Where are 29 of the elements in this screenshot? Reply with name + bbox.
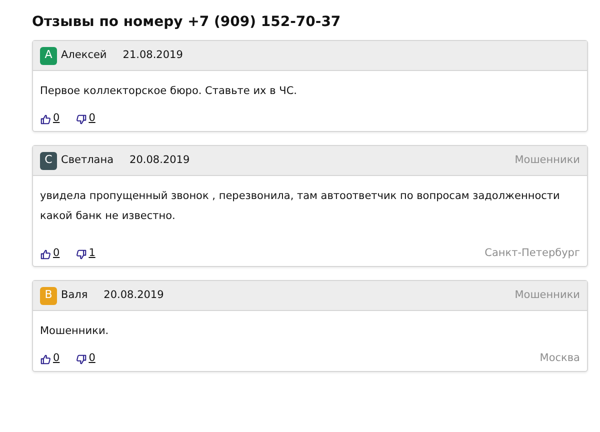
thumbs-up-icon [40,354,51,365]
like-button[interactable]: 0 [40,246,60,262]
dislike-button[interactable]: 1 [76,246,96,262]
review-city: Санкт-Петербург [484,246,580,262]
avatar: С [40,152,57,170]
thumbs-up-icon [40,114,51,125]
thumbs-down-icon [76,114,87,125]
like-button[interactable]: 0 [40,111,60,127]
avatar: А [40,46,57,64]
thumbs-down-icon [76,354,87,365]
review-city: Москва [540,351,580,366]
review-date: 21.08.2019 [122,48,183,63]
like-button[interactable]: 0 [40,351,60,367]
review-category: Мошенники [514,152,580,168]
thumbs-up-icon [40,248,51,260]
author-name: Валя [61,288,88,303]
dislike-button[interactable]: 0 [76,351,96,367]
review-text: Мошенники. [39,324,110,339]
page-heading: Отзывы по номеру +7 (909) 152-70-37 [32,13,342,32]
author-name: Алексей [61,48,107,63]
avatar: В [40,286,57,304]
review-text: Первое коллекторское бюро. Ставьте их в ЧС. [39,84,298,99]
review-date: 20.08.2019 [104,288,164,303]
review-category: Мошенники [514,288,580,303]
dislike-button[interactable]: 0 [76,111,96,127]
review-text: увидела пропущенный звонок , перезвонила, там автоответчик по вопросам задолженности какой банк не известно. [39,189,561,224]
author-name: Светлана [61,152,114,168]
thumbs-down-icon [76,248,87,260]
review-date: 20.08.2019 [130,152,190,168]
